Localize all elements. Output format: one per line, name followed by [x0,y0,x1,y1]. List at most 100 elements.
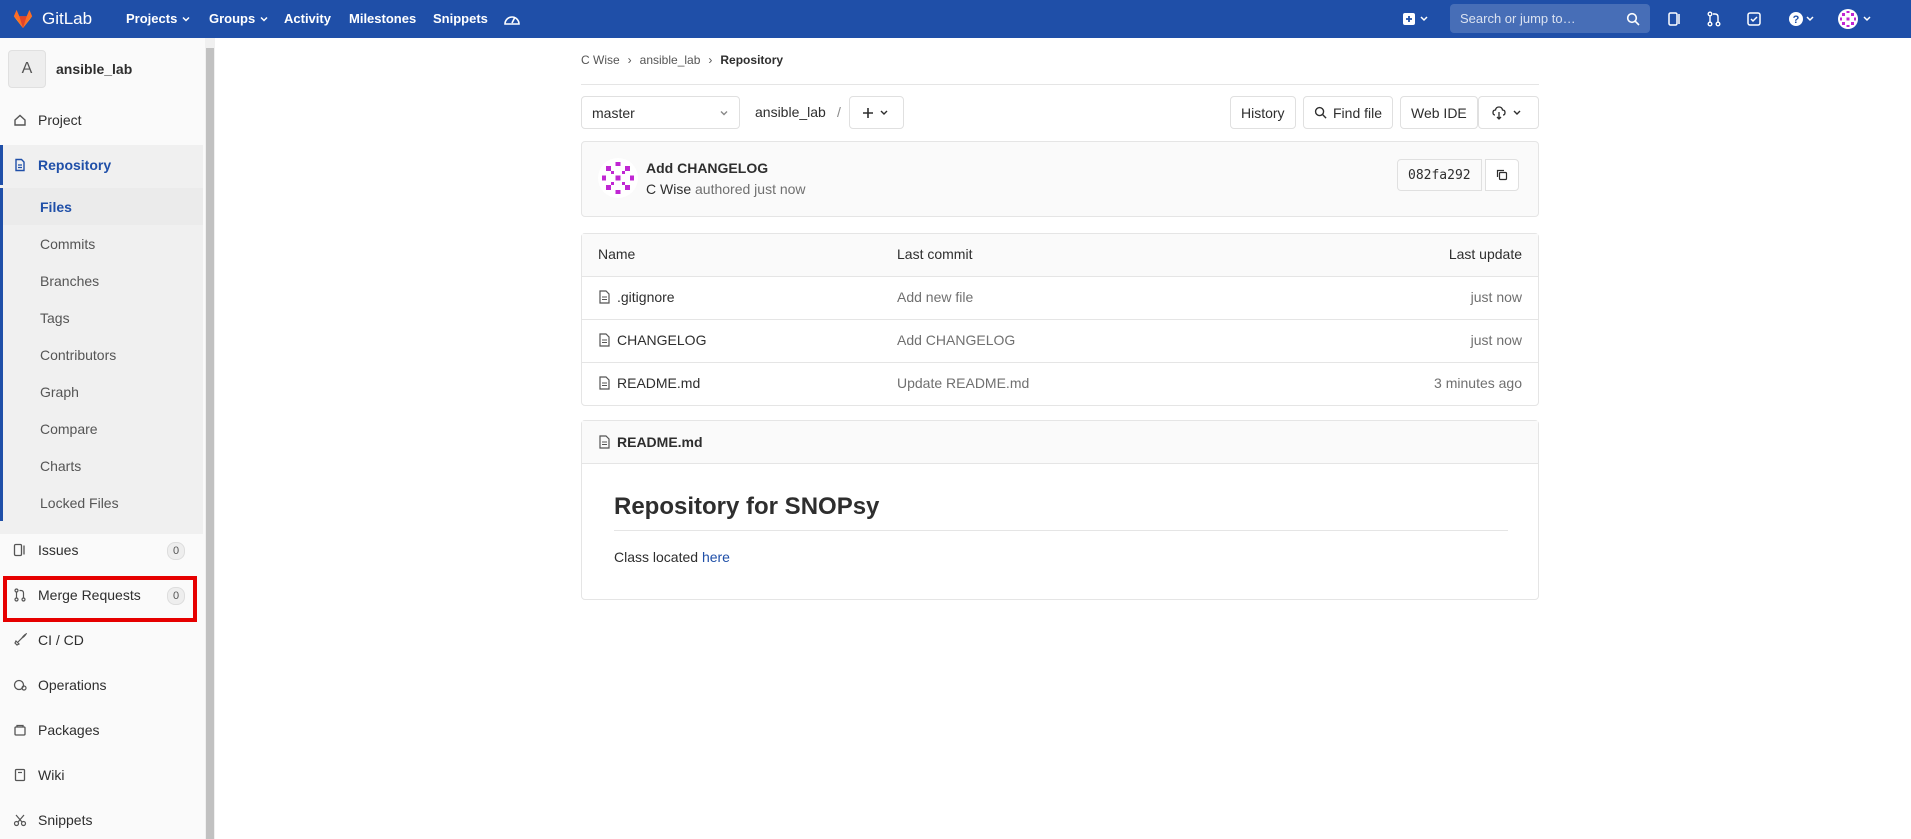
copy-sha-button[interactable] [1485,159,1519,191]
author-avatar[interactable] [598,158,638,198]
project-name: ansible_lab [56,61,133,77]
sidebar: A ansible_lab Project Repository Files C… [0,38,206,839]
commit-author[interactable]: C Wise [646,181,691,197]
branch-selector-value: master [592,104,635,121]
cloud-download-icon [1491,105,1520,120]
performance-bar-icon[interactable] [501,8,523,30]
scissors-icon [12,812,28,828]
file-icon [599,290,610,304]
sidebar-item-operations[interactable]: Operations [0,667,203,703]
repo-path-root[interactable]: ansible_lab [755,104,826,120]
sidebar-sub-contributors[interactable]: Contributors [0,336,203,373]
sidebar-sub-branches[interactable]: Branches [0,262,203,299]
file-name-link[interactable]: CHANGELOG [617,332,706,348]
file-tree-table: Name Last commit Last update .gitignore … [581,233,1539,406]
sidebar-item-packages[interactable]: Packages [0,712,203,748]
plus-square-icon [1403,13,1428,25]
file-last-commit[interactable]: Add new file [897,289,973,305]
sidebar-sub-charts[interactable]: Charts [0,447,203,484]
book-icon [12,767,28,783]
readme-link[interactable]: here [702,549,730,565]
breadcrumb-separator-icon: › [708,53,713,67]
new-item-dropdown[interactable] [1400,8,1434,30]
table-row[interactable]: CHANGELOG Add CHANGELOG just now [582,320,1538,363]
sidebar-item-ci-cd[interactable]: CI / CD [0,622,203,658]
sidebar-sub-files[interactable]: Files [0,188,203,225]
sidebar-item-label: Project [38,112,82,128]
search-input[interactable]: Search or jump to… [1450,4,1650,33]
sidebar-item-project[interactable]: Project [0,102,203,138]
commit-sha[interactable]: 082fa292 [1397,159,1482,191]
readme-panel: README.md Repository for SNOPsy Class lo… [581,420,1539,600]
add-to-tree-button[interactable] [849,96,904,129]
breadcrumb: C Wise › ansible_lab › Repository [581,53,783,67]
sidebar-sub-tags[interactable]: Tags [0,299,203,336]
nav-activity-label: Activity [284,11,331,26]
nav-groups-label: Groups [209,11,256,26]
sidebar-item-label: Repository [38,157,112,173]
sidebar-item-label: Snippets [38,812,93,828]
issues-icon[interactable] [1664,8,1686,30]
sidebar-item-issues[interactable]: Issues 0 [0,532,203,568]
nav-milestones[interactable]: Milestones [349,0,416,38]
nav-groups[interactable]: Groups [209,0,269,38]
last-commit-box: Add CHANGELOG C Wise authored just now 0… [581,141,1539,217]
nav-activity[interactable]: Activity [284,0,331,38]
commit-title[interactable]: Add CHANGELOG [646,160,768,176]
sidebar-project-header[interactable]: A ansible_lab [8,50,132,88]
sidebar-scrollbar-thumb[interactable] [206,48,214,839]
nav-snippets[interactable]: Snippets [433,0,488,38]
file-name-link[interactable]: README.md [617,375,700,391]
web-ide-button[interactable]: Web IDE [1400,96,1478,129]
readme-header: README.md [582,421,1538,464]
readme-text: Class located [614,549,699,565]
sidebar-item-repository[interactable]: Repository [0,145,203,185]
package-icon [12,722,28,738]
file-icon [599,376,610,390]
repo-path-separator: / [837,104,841,120]
file-icon [599,333,610,347]
file-last-update: just now [1470,332,1522,348]
search-placeholder: Search or jump to… [1460,11,1576,26]
find-file-button[interactable]: Find file [1303,96,1394,129]
sidebar-sub-locked-files[interactable]: Locked Files [0,484,203,521]
sidebar-sub-compare[interactable]: Compare [0,410,203,447]
download-dropdown[interactable] [1478,96,1539,129]
merge-request-icon[interactable] [1703,8,1725,30]
help-dropdown[interactable]: ? [1786,8,1820,30]
question-icon: ? [1789,12,1814,26]
file-last-commit[interactable]: Add CHANGELOG [897,332,1015,348]
project-avatar: A [8,50,46,88]
sidebar-item-snippets[interactable]: Snippets [0,802,203,838]
cloud-gear-icon [12,677,28,693]
branch-selector[interactable]: master [581,96,740,129]
user-avatar-dropdown[interactable] [1836,8,1876,30]
file-last-commit[interactable]: Update README.md [897,375,1029,391]
file-name-link[interactable]: .gitignore [617,289,675,305]
sidebar-sub-graph[interactable]: Graph [0,373,203,410]
home-icon [12,112,28,128]
sidebar-item-label: Packages [38,722,100,738]
readme-heading-rule [614,530,1508,531]
history-button[interactable]: History [1230,96,1296,129]
commit-time: authored just now [695,181,806,197]
avatar [1838,9,1871,29]
plus-icon [862,107,887,118]
sidebar-item-label: Issues [38,542,79,558]
breadcrumb-project[interactable]: ansible_lab [640,53,701,67]
breadcrumb-owner[interactable]: C Wise [581,53,620,67]
nav-milestones-label: Milestones [349,11,417,26]
readme-filename[interactable]: README.md [617,434,703,450]
breadcrumb-current[interactable]: Repository [720,53,783,67]
sidebar-sub-commits[interactable]: Commits [0,225,203,262]
todo-icon[interactable] [1743,8,1765,30]
sidebar-item-wiki[interactable]: Wiki [0,757,203,793]
svg-text:?: ? [1793,14,1800,26]
table-row[interactable]: README.md Update README.md 3 minutes ago [582,363,1538,405]
gitlab-logo[interactable]: GitLab [12,7,92,31]
nav-projects[interactable]: Projects [126,0,191,38]
table-row[interactable]: .gitignore Add new file just now [582,277,1538,320]
column-name-header: Name [598,246,636,262]
breadcrumb-separator-icon: › [627,53,632,67]
file-last-update: 3 minutes ago [1434,375,1522,391]
